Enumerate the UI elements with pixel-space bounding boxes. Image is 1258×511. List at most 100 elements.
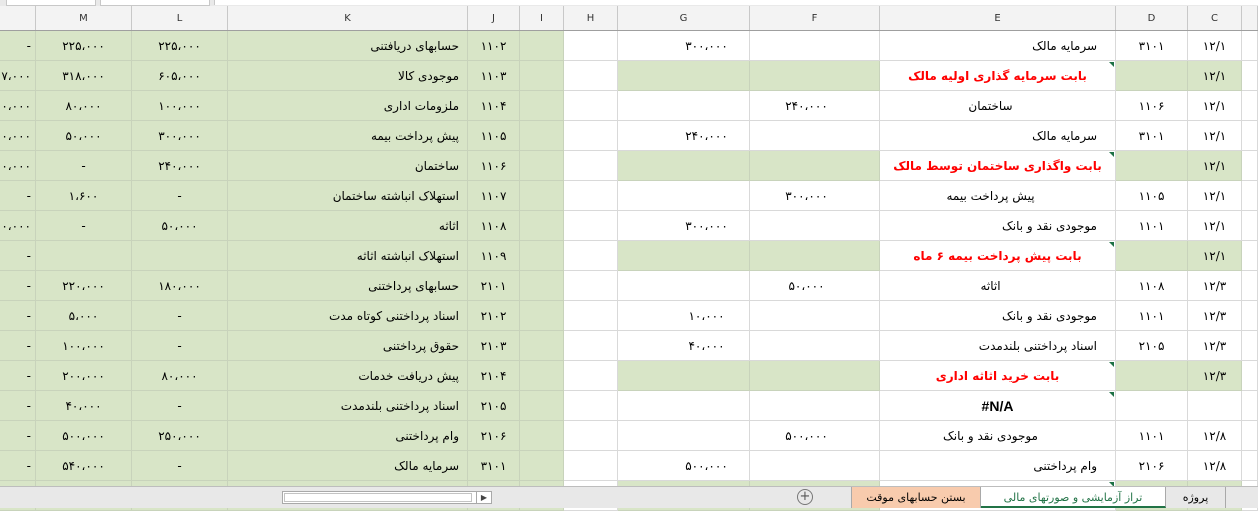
cell-l[interactable]: ۱۰۰،۰۰۰ <box>132 91 228 121</box>
cell-c[interactable]: ۱۲/۱ <box>1188 241 1242 271</box>
cell-e[interactable]: بابت سرمایه گذاری اولیه مالک <box>880 61 1116 91</box>
cell-d[interactable]: ۲۱۰۶ <box>1116 451 1188 481</box>
cell-b[interactable] <box>1242 31 1258 61</box>
cell-f[interactable]: ۵۰۰،۰۰۰ <box>750 421 880 451</box>
cell-e[interactable]: #N/A <box>880 391 1116 421</box>
column-header-i[interactable]: I <box>520 6 564 30</box>
cell-e[interactable]: سرمایه مالک <box>880 121 1116 151</box>
cell-j[interactable]: ۳۱۰۱ <box>468 451 520 481</box>
cell-n[interactable]: - <box>0 241 36 271</box>
column-header-j[interactable]: J <box>468 6 520 30</box>
cell-e[interactable]: سرمایه مالک <box>880 31 1116 61</box>
cell-i[interactable] <box>520 241 564 271</box>
cell-m[interactable]: - <box>36 151 132 181</box>
cell-e[interactable]: موجودی نقد و بانک <box>880 421 1116 451</box>
worksheet-grid[interactable]: -۲۲۵،۰۰۰ ۲۲۵،۰۰۰ حسابهای دریافتنی ۱۱۰۲ ۳۰۰،۰… <box>0 31 1258 511</box>
cell-h[interactable] <box>564 181 618 211</box>
cell-e[interactable]: وام پرداختنی <box>880 451 1116 481</box>
cell-g[interactable]: ۳۰۰،۰۰۰ <box>618 31 750 61</box>
cell-l[interactable]: ۳۰۰،۰۰۰ <box>132 121 228 151</box>
cell-c[interactable]: ۱۲/۱ <box>1188 91 1242 121</box>
cell-m[interactable]: ۲۲۰،۰۰۰ <box>36 271 132 301</box>
cell-d[interactable]: ۱۱۰۱ <box>1116 421 1188 451</box>
cell-l[interactable]: ۵۰،۰۰۰ <box>132 211 228 241</box>
cell-f[interactable] <box>750 121 880 151</box>
cell-f[interactable]: ۲۴۰،۰۰۰ <box>750 91 880 121</box>
cell-l[interactable]: - <box>132 451 228 481</box>
cell-k[interactable]: اثاثه <box>228 211 468 241</box>
cell-d[interactable] <box>1116 151 1188 181</box>
column-header-d[interactable]: D <box>1116 6 1188 30</box>
column-header-n[interactable] <box>0 6 36 30</box>
cell-j[interactable]: ۲۱۰۴ <box>468 361 520 391</box>
cell-j[interactable]: ۲۱۰۳ <box>468 331 520 361</box>
cell-h[interactable] <box>564 361 618 391</box>
cell-c[interactable]: ۱۲/۳ <box>1188 301 1242 331</box>
cell-d[interactable] <box>1116 241 1188 271</box>
cell-b[interactable] <box>1242 181 1258 211</box>
cell-h[interactable] <box>564 121 618 151</box>
cell-h[interactable] <box>564 331 618 361</box>
cell-b[interactable] <box>1242 271 1258 301</box>
cell-f[interactable] <box>750 241 880 271</box>
cell-c[interactable]: ۱۲/۱ <box>1188 121 1242 151</box>
cell-d[interactable]: ۱۱۰۱ <box>1116 301 1188 331</box>
cell-k[interactable]: استهلاک انباشته اثاثه <box>228 241 468 271</box>
cell-i[interactable] <box>520 61 564 91</box>
tab-close-temp-accounts[interactable]: بستن حسابهای موقت <box>851 487 981 508</box>
cell-n[interactable]: ۷،۰۰۰ <box>0 61 36 91</box>
cell-l[interactable]: - <box>132 331 228 361</box>
cell-e[interactable]: ساختمان <box>880 91 1116 121</box>
cell-b[interactable] <box>1242 241 1258 271</box>
cell-c[interactable]: ۱۲/۳ <box>1188 271 1242 301</box>
cell-f[interactable] <box>750 451 880 481</box>
add-sheet-icon[interactable]: + <box>797 489 813 505</box>
cell-h[interactable] <box>564 271 618 301</box>
cell-k[interactable]: سرمایه مالک <box>228 451 468 481</box>
cell-b[interactable] <box>1242 391 1258 421</box>
cell-b[interactable] <box>1242 301 1258 331</box>
cell-h[interactable] <box>564 91 618 121</box>
cell-i[interactable] <box>520 391 564 421</box>
cell-i[interactable] <box>520 121 564 151</box>
cell-e[interactable]: موجودی نقد و بانک <box>880 211 1116 241</box>
cell-g[interactable] <box>618 91 750 121</box>
cell-f[interactable] <box>750 361 880 391</box>
column-header-k[interactable]: K <box>228 6 468 30</box>
cell-i[interactable] <box>520 151 564 181</box>
cell-e[interactable]: اثاثه <box>880 271 1116 301</box>
cell-b[interactable] <box>1242 331 1258 361</box>
cell-g[interactable]: ۵۰۰،۰۰۰ <box>618 451 750 481</box>
cell-d[interactable]: ۳۱۰۱ <box>1116 31 1188 61</box>
cell-k[interactable]: حسابهای پرداختنی <box>228 271 468 301</box>
cell-d[interactable]: ۱۱۰۶ <box>1116 91 1188 121</box>
cell-b[interactable] <box>1242 421 1258 451</box>
cell-m[interactable]: ۲۰۰،۰۰۰ <box>36 361 132 391</box>
cell-h[interactable] <box>564 31 618 61</box>
cell-f[interactable] <box>750 391 880 421</box>
cell-n[interactable]: - <box>0 271 36 301</box>
cell-i[interactable] <box>520 421 564 451</box>
scroll-thumb[interactable] <box>284 493 472 502</box>
cell-k[interactable]: وام پرداختنی <box>228 421 468 451</box>
cell-i[interactable] <box>520 451 564 481</box>
scroll-right-icon[interactable]: ▶ <box>476 492 491 503</box>
cell-d[interactable]: ۲۱۰۵ <box>1116 331 1188 361</box>
cell-c[interactable]: ۱۲/۳ <box>1188 361 1242 391</box>
cell-c[interactable]: ۱۲/۳ <box>1188 331 1242 361</box>
column-header-f[interactable]: F <box>750 6 880 30</box>
cell-h[interactable] <box>564 421 618 451</box>
cell-e[interactable]: پیش پرداخت بیمه <box>880 181 1116 211</box>
cell-n[interactable]: - <box>0 31 36 61</box>
cell-e[interactable]: بابت پیش پرداخت بیمه ۶ ماه <box>880 241 1116 271</box>
cell-b[interactable] <box>1242 451 1258 481</box>
cell-g[interactable] <box>618 391 750 421</box>
cell-j[interactable]: ۱۱۰۳ <box>468 61 520 91</box>
cell-l[interactable]: ۶۰۵،۰۰۰ <box>132 61 228 91</box>
cell-e[interactable]: اسناد پرداختنی بلندمدت <box>880 331 1116 361</box>
cell-i[interactable] <box>520 301 564 331</box>
cell-m[interactable]: ۵۴۰،۰۰۰ <box>36 451 132 481</box>
cell-m[interactable]: ۲۲۵،۰۰۰ <box>36 31 132 61</box>
cell-g[interactable] <box>618 61 750 91</box>
cell-h[interactable] <box>564 241 618 271</box>
